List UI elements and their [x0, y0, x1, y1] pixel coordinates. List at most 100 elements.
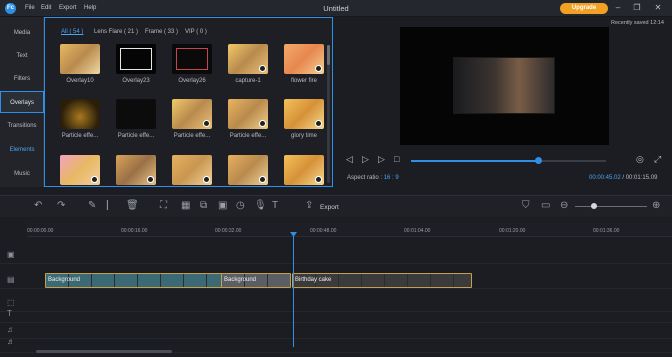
delete-icon[interactable]: 🗑 — [126, 200, 139, 211]
split-icon[interactable]: ⎸ — [107, 200, 117, 211]
sidebar-item-music[interactable]: Music — [0, 163, 44, 185]
zoom-in-icon[interactable]: ⊕ — [652, 200, 660, 211]
close-icon[interactable]: ✕ — [652, 3, 664, 14]
overlay-thumbnail[interactable] — [60, 44, 100, 74]
sidebar-item-transitions[interactable]: Transitions — [0, 115, 44, 137]
redo-icon[interactable]: ↷ — [57, 200, 65, 211]
mosaic-icon[interactable]: ▦ — [181, 200, 190, 211]
overlay-thumbnail[interactable] — [284, 155, 324, 185]
sidebar-item-elements[interactable]: Elements — [0, 139, 44, 161]
fullscreen-icon[interactable]: ⤢ — [654, 154, 661, 165]
track-overlay[interactable]: ▣ — [0, 247, 672, 264]
play-icon[interactable]: ▷ — [362, 154, 369, 165]
stop-icon[interactable]: □ — [394, 154, 399, 164]
sidebar-item-overlays[interactable]: Overlays — [0, 91, 44, 113]
zoom-out-icon[interactable]: ⊖ — [560, 200, 568, 211]
tab-vip[interactable]: VIP ( 0 ) — [185, 29, 207, 35]
overlay-thumbnail[interactable] — [172, 155, 212, 185]
timeline-clip[interactable]: Birthday cake — [292, 273, 472, 288]
track-text[interactable]: T — [0, 306, 672, 323]
timeline-ruler[interactable]: 00:00:00.00 00:00:16.00 00:00:32.00 00:0… — [27, 222, 672, 237]
overlay-label: glory time — [290, 133, 317, 139]
timeline-clip[interactable]: Background — [221, 273, 291, 288]
timeline-tracks: ▣ ▤ ⬚ T ♫ ♬ — [0, 240, 672, 353]
timeline-toolbar: ↶ ↷ ✎ ⎸ 🗑 ⛶ ▦ ⧉ ▣ ◷ 🎙 T ⇪ Export ⛉ ▭ ⊖ ⊕ — [0, 195, 672, 217]
clip-label: Background — [224, 277, 257, 283]
undo-icon[interactable]: ↶ — [34, 200, 42, 211]
pip-icon[interactable]: ▣ — [218, 200, 227, 211]
mic-icon[interactable]: 🎙 — [254, 200, 267, 211]
tab-all[interactable]: All ( 54 ) — [61, 29, 83, 35]
overlay-label: capture-1 — [235, 78, 261, 84]
tab-lens-flare[interactable]: Lens Flare ( 21 ) — [94, 29, 138, 35]
frame-preview — [176, 48, 208, 70]
overlay-label: Particle effe... — [61, 133, 99, 139]
maximize-icon[interactable]: ❐ — [631, 3, 643, 14]
download-icon[interactable] — [315, 176, 322, 183]
export-button[interactable]: Export — [320, 204, 339, 211]
recently-saved-label: Recently saved 12:14 — [611, 20, 664, 26]
sidebar: Media Text Filters Overlays Transitions … — [0, 17, 44, 187]
download-icon[interactable] — [315, 120, 322, 127]
library-scroll-thumb[interactable] — [327, 45, 330, 65]
aspect-ratio-label: Aspect ratio : — [347, 175, 383, 181]
video-track-icon: ▤ — [7, 275, 15, 284]
zoom-slider[interactable] — [575, 206, 647, 207]
tab-frame[interactable]: Frame ( 33 ) — [145, 29, 178, 35]
snapshot-icon[interactable]: ◎ — [636, 154, 644, 165]
playback-progress-thumb[interactable] — [534, 157, 542, 164]
download-icon[interactable] — [203, 176, 210, 183]
overlay-thumbnail[interactable] — [228, 44, 268, 74]
download-icon[interactable] — [259, 65, 266, 72]
download-icon[interactable] — [315, 65, 322, 72]
overlay-thumbnail[interactable] — [116, 155, 156, 185]
download-icon[interactable] — [147, 176, 154, 183]
overlay-thumbnail[interactable] — [172, 44, 212, 74]
download-icon[interactable] — [203, 120, 210, 127]
prev-frame-icon[interactable]: ◁ — [346, 154, 353, 165]
current-time: 00:00:45.02 — [589, 175, 621, 181]
playhead[interactable] — [293, 233, 294, 347]
overlay-thumbnail[interactable] — [60, 155, 100, 185]
aspect-ratio-value[interactable]: 16 : 9 — [384, 175, 399, 181]
zoom-slider-thumb[interactable] — [591, 203, 597, 209]
timecode: 00:00:45.02 / 00:01:15.09 — [589, 175, 658, 181]
timeline-clip[interactable]: Background — [45, 273, 222, 288]
marker-icon[interactable]: ⛉ — [522, 200, 530, 211]
overlay-label: Overlay26 — [178, 78, 206, 84]
fit-icon[interactable]: ▭ — [541, 200, 550, 211]
text-track-icon: T — [7, 309, 12, 318]
freeze-icon[interactable]: ⧉ — [200, 200, 207, 211]
overlay-label: Overlay10 — [66, 78, 94, 84]
ruler-label: 00:01:36.00 — [593, 228, 620, 234]
upgrade-button[interactable]: Upgrade — [560, 3, 608, 14]
download-icon[interactable] — [259, 176, 266, 183]
speed-icon[interactable]: ◷ — [236, 200, 245, 211]
overlay-label: Particle effe... — [117, 133, 155, 139]
timeline-scrollbar[interactable] — [36, 350, 172, 353]
overlay-thumbnail[interactable] — [60, 99, 100, 129]
crop-icon[interactable]: ⛶ — [160, 200, 167, 211]
overlay-thumbnail[interactable] — [116, 44, 156, 74]
overlay-thumbnail[interactable] — [172, 99, 212, 129]
sidebar-item-media[interactable]: Media — [0, 22, 44, 44]
edit-icon[interactable]: ✎ — [88, 200, 96, 211]
next-frame-icon[interactable]: ▷ — [378, 154, 385, 165]
sidebar-item-text[interactable]: Text — [0, 45, 44, 67]
overlay-thumbnail[interactable] — [228, 155, 268, 185]
library-scrollbar[interactable] — [327, 45, 330, 183]
aspect-ratio: Aspect ratio : 16 : 9 — [347, 175, 399, 181]
download-icon[interactable] — [91, 176, 98, 183]
sidebar-item-filters[interactable]: Filters — [0, 68, 44, 90]
overlay-thumbnail[interactable] — [116, 99, 156, 129]
text-to-speech-icon[interactable]: T — [272, 200, 278, 211]
export-icon[interactable]: ⇪ — [305, 200, 313, 211]
music-track-icon: ♬ — [7, 337, 15, 346]
download-icon[interactable] — [259, 120, 266, 127]
overlay-label: flower fire — [290, 78, 317, 84]
overlay-thumbnail[interactable] — [284, 44, 324, 74]
overlay-thumbnail[interactable] — [228, 99, 268, 129]
ruler-label: 00:01:04.00 — [404, 228, 431, 234]
overlay-thumbnail[interactable] — [284, 99, 324, 129]
minimize-icon[interactable]: – — [612, 3, 624, 14]
